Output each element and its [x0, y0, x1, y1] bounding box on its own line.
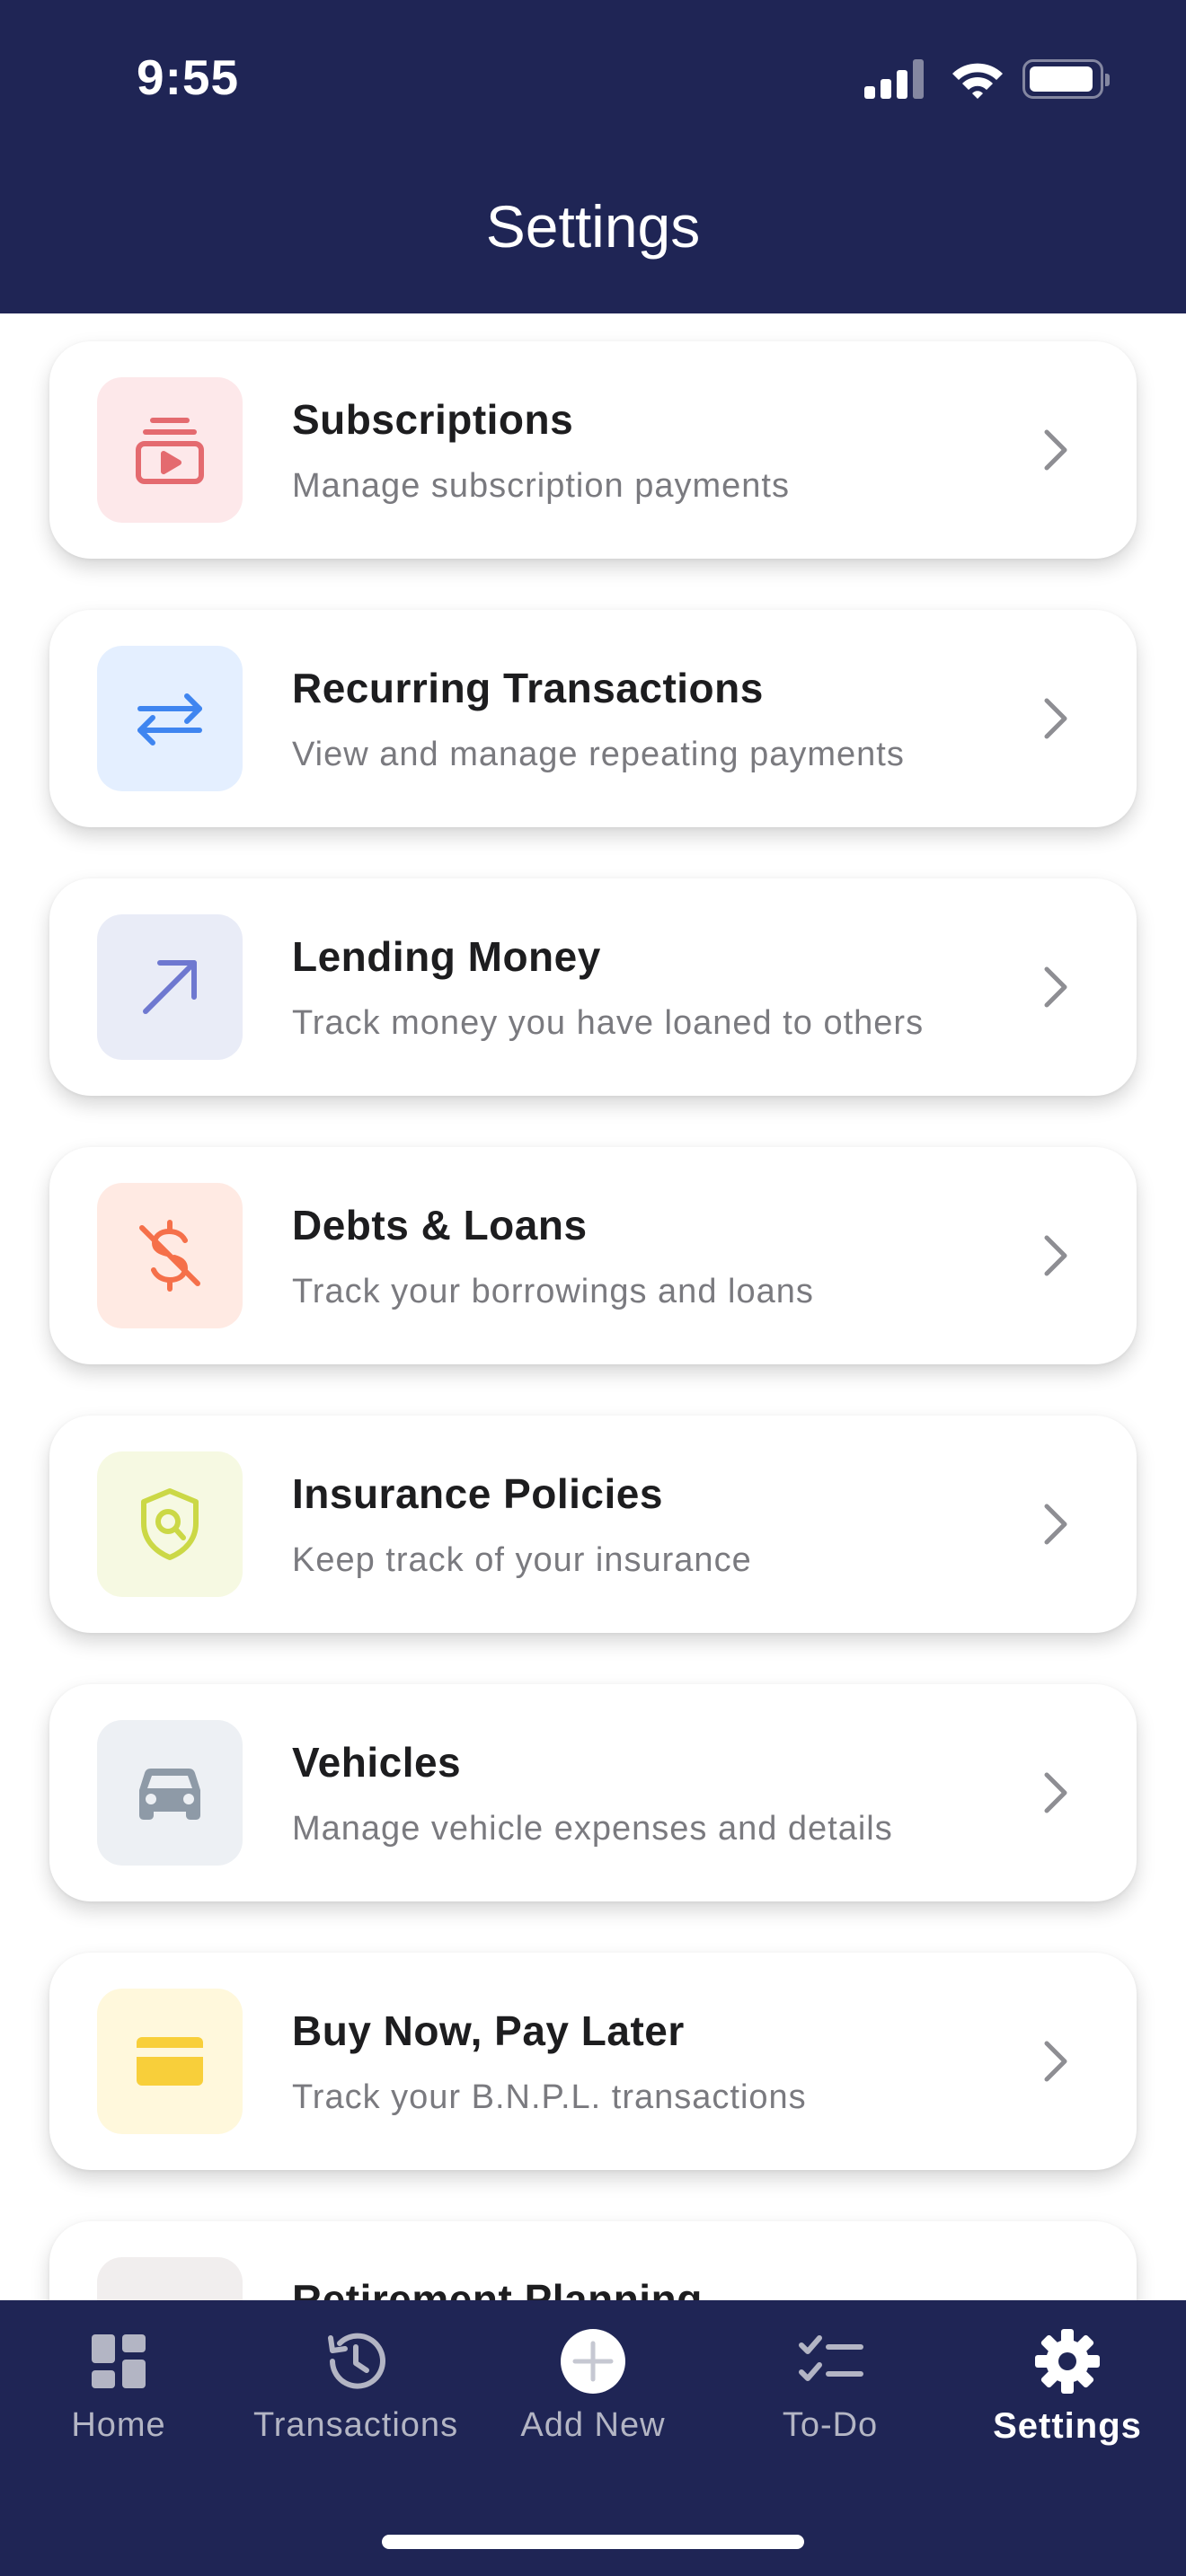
arrow-up-right-icon	[143, 960, 197, 1014]
icon-box	[97, 1183, 243, 1328]
tab-home[interactable]: Home	[0, 2300, 237, 2480]
icon-box	[97, 914, 243, 1060]
item-title: Retirement Planning	[292, 2276, 703, 2300]
shield-search-icon	[141, 1488, 199, 1560]
icon-box	[97, 2257, 243, 2300]
item-subtitle: Manage vehicle expenses and details	[292, 1810, 893, 1848]
chevron-right-icon	[1044, 698, 1067, 739]
settings-list[interactable]: Subscriptions Manage subscription paymen…	[0, 313, 1186, 2300]
tab-label: To-Do	[782, 2406, 879, 2444]
tab-transactions[interactable]: Transactions	[237, 2300, 474, 2480]
icon-box	[97, 1451, 243, 1597]
settings-item-subscriptions[interactable]: Subscriptions Manage subscription paymen…	[49, 341, 1137, 559]
dollar-off-icon	[139, 1220, 200, 1292]
checklist-icon	[799, 2335, 863, 2381]
settings-item-lending-money[interactable]: Lending Money Track money you have loane…	[49, 878, 1137, 1096]
item-subtitle: Track money you have loaned to others	[292, 1004, 925, 1042]
tab-add-new[interactable]: Add New	[474, 2300, 712, 2480]
tab-label: Transactions	[252, 2406, 459, 2444]
subscription-icon	[136, 418, 204, 484]
settings-item-recurring-transactions[interactable]: Recurring Transactions View and manage r…	[49, 610, 1137, 827]
chevron-right-icon	[1044, 1504, 1067, 1545]
item-title: Vehicles	[292, 1739, 462, 1786]
dashboard-icon	[92, 2334, 146, 2388]
item-title: Debts & Loans	[292, 1202, 588, 1248]
settings-item-insurance-policies[interactable]: Insurance Policies Keep track of your in…	[49, 1416, 1137, 1633]
repeat-arrows-icon	[137, 693, 202, 745]
status-time: 9:55	[137, 49, 240, 105]
tab-label: Home	[71, 2406, 166, 2444]
battery-icon	[1022, 59, 1110, 99]
person-icon	[129, 2289, 210, 2300]
settings-item-debts-loans[interactable]: Debts & Loans Track your borrowings and …	[49, 1147, 1137, 1364]
home-indicator	[382, 2535, 804, 2549]
settings-item-retirement-planning[interactable]: Retirement Planning	[49, 2221, 1137, 2300]
item-subtitle: Track your B.N.P.L. transactions	[292, 2078, 807, 2116]
plus-circle-icon	[561, 2329, 625, 2394]
tab-label: Add New	[520, 2406, 666, 2444]
header: 9:55 Settings	[0, 0, 1186, 313]
item-title: Lending Money	[292, 933, 601, 980]
chevron-right-icon	[1044, 1235, 1067, 1276]
chevron-right-icon	[1044, 966, 1067, 1008]
item-title: Buy Now, Pay Later	[292, 2007, 685, 2054]
wifi-icon	[952, 63, 1003, 99]
history-icon	[328, 2333, 385, 2389]
item-title: Recurring Transactions	[292, 665, 764, 711]
item-subtitle: Keep track of your insurance	[292, 1541, 752, 1579]
tab-settings[interactable]: Settings	[949, 2300, 1186, 2480]
tab-label: Settings	[993, 2406, 1142, 2446]
item-subtitle: View and manage repeating payments	[292, 736, 905, 773]
credit-card-icon	[137, 2037, 203, 2086]
page-title: Settings	[485, 193, 701, 260]
icon-box	[97, 646, 243, 791]
chevron-right-icon	[1044, 2041, 1067, 2082]
item-title: Insurance Policies	[292, 1470, 663, 1517]
item-title: Subscriptions	[292, 396, 574, 443]
chevron-right-icon	[1044, 429, 1067, 471]
gear-icon	[1035, 2329, 1100, 2394]
tab-todo[interactable]: To-Do	[712, 2300, 949, 2480]
item-subtitle: Track your borrowings and loans	[292, 1273, 814, 1310]
icon-box	[97, 377, 243, 523]
signal-icon	[864, 59, 927, 99]
settings-item-vehicles[interactable]: Vehicles Manage vehicle expenses and det…	[49, 1684, 1137, 1901]
item-subtitle: Manage subscription payments	[292, 467, 790, 505]
settings-item-buy-now-pay-later[interactable]: Buy Now, Pay Later Track your B.N.P.L. t…	[49, 1953, 1137, 2170]
icon-box	[97, 1989, 243, 2134]
icon-box	[97, 1720, 243, 1866]
chevron-right-icon	[1044, 1772, 1067, 1813]
car-icon	[139, 1769, 200, 1820]
